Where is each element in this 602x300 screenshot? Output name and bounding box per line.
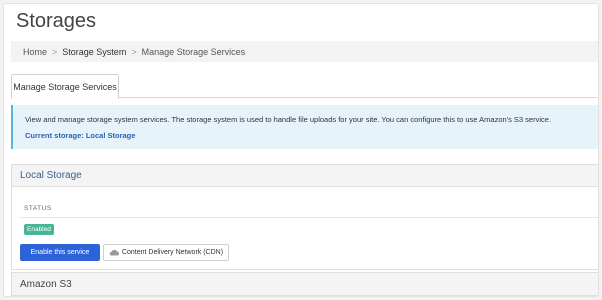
breadcrumb: Home > Storage System > Manage Storage S… — [11, 41, 598, 62]
current-storage: Current storage: Local Storage — [25, 131, 136, 140]
cdn-button-label: Content Delivery Network (CDN) — [121, 249, 224, 256]
info-description: View and manage storage system services.… — [25, 115, 552, 124]
breadcrumb-separator: > — [52, 46, 58, 57]
status-badge: Enabled — [24, 224, 54, 235]
breadcrumb-storage-system[interactable]: Storage System — [62, 47, 126, 57]
page-title: Storages — [16, 10, 97, 32]
cdn-button[interactable]: Content Delivery Network (CDN) — [103, 244, 229, 261]
local-storage-header[interactable]: Local Storage — [12, 165, 598, 187]
page-frame: Storages Home > Storage System > Manage … — [3, 3, 599, 297]
local-storage-panel: Local Storage STATUS Enabled Enable this… — [11, 164, 598, 270]
tab-bar: Manage Storage Services — [11, 74, 598, 99]
cloud-icon — [109, 249, 119, 256]
breadcrumb-current: Manage Storage Services — [141, 46, 246, 57]
info-box: View and manage storage system services.… — [11, 105, 598, 149]
tab-manage-storage-services[interactable]: Manage Storage Services — [11, 74, 119, 99]
status-label: STATUS — [24, 205, 52, 212]
amazon-s3-header[interactable]: Amazon S3 — [12, 273, 598, 295]
breadcrumb-separator: > — [131, 46, 137, 57]
divider — [19, 217, 598, 218]
breadcrumb-home[interactable]: Home — [23, 47, 47, 57]
amazon-s3-panel: Amazon S3 — [11, 272, 598, 296]
enable-service-button[interactable]: Enable this service — [20, 244, 100, 261]
